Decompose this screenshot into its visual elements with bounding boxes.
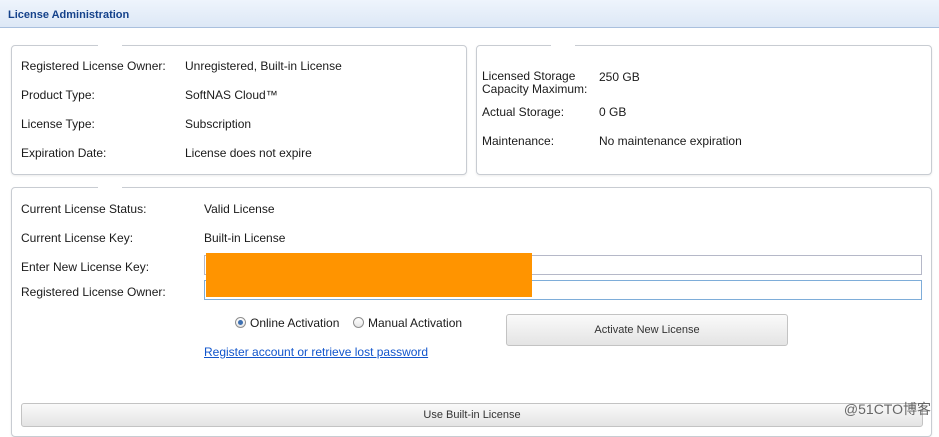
registered-owner-value: Unregistered, Built-in License <box>185 59 342 73</box>
current-key-value: Built-in License <box>204 231 286 245</box>
maintenance-value: No maintenance expiration <box>599 134 742 148</box>
product-type-value: SoftNAS Cloud™ <box>185 88 278 102</box>
window-header: License Administration <box>0 0 939 28</box>
actual-storage-label: Actual Storage: <box>482 105 565 119</box>
actual-storage-value: 0 GB <box>599 105 627 119</box>
license-status-label: Current License Status: <box>21 202 147 216</box>
product-type-label: Product Type: <box>21 88 95 102</box>
registered-owner-label: Registered License Owner: <box>21 59 166 73</box>
current-key-label: Current License Key: <box>21 231 134 245</box>
owner-label: Registered License Owner: <box>21 285 166 299</box>
storage-info-panel: Licensed Storage Capacity Maximum: 250 G… <box>476 44 932 175</box>
maintenance-label: Maintenance: <box>482 134 555 148</box>
use-builtin-license-button[interactable]: Use Built-in License <box>21 403 923 427</box>
licensed-storage-label: Licensed Storage Capacity Maximum: <box>482 69 588 96</box>
online-activation-radio[interactable] <box>235 317 246 328</box>
activate-new-license-button[interactable]: Activate New License <box>506 314 788 346</box>
activation-panel: Current License Status: Valid License Cu… <box>11 186 932 437</box>
expiration-date-value: License does not expire <box>185 146 312 160</box>
license-status-value: Valid License <box>204 202 275 216</box>
manual-activation-label[interactable]: Manual Activation <box>368 316 462 330</box>
license-type-label: License Type: <box>21 117 95 131</box>
redaction-block <box>206 253 532 297</box>
window-title: License Administration <box>8 9 130 21</box>
licensed-storage-value: 250 GB <box>599 70 640 84</box>
license-type-value: Subscription <box>185 117 252 131</box>
new-key-label: Enter New License Key: <box>21 260 150 274</box>
register-account-link[interactable]: Register account or retrieve lost passwo… <box>204 345 428 359</box>
watermark-text: @51CTO博客 <box>843 401 931 417</box>
expiration-date-label: Expiration Date: <box>21 146 107 160</box>
manual-activation-radio[interactable] <box>353 317 364 328</box>
license-info-panel: Registered License Owner: Unregistered, … <box>11 44 467 175</box>
online-activation-label[interactable]: Online Activation <box>250 316 339 330</box>
